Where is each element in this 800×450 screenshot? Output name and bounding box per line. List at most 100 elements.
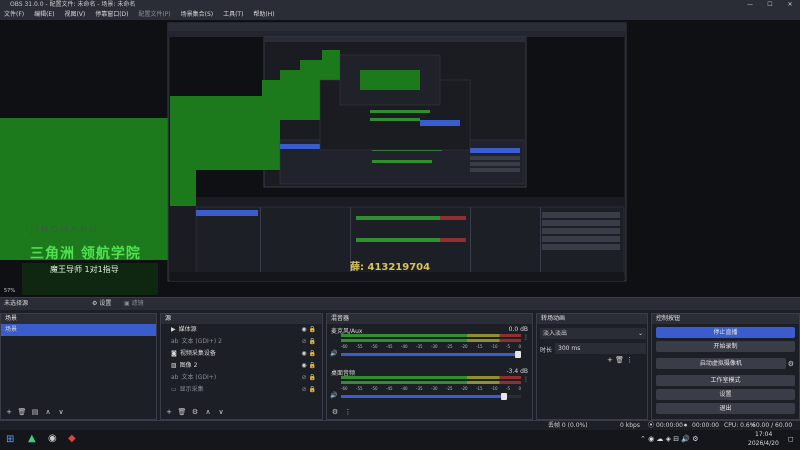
- overlay-watermark: JINGHANG: [30, 225, 100, 235]
- channel-meter-bar: [341, 339, 521, 342]
- add-source-button[interactable]: +: [164, 407, 174, 417]
- channel-meter-bar: [341, 334, 521, 337]
- menu-edit[interactable]: 编辑(E): [34, 11, 54, 18]
- sources-toolbar: + 🗑 ⚙ ∧ ∨: [161, 405, 322, 419]
- remove-source-button[interactable]: 🗑: [177, 407, 187, 417]
- remove-transition-button[interactable]: 🗑: [615, 356, 624, 364]
- remove-scene-button[interactable]: 🗑: [17, 407, 27, 417]
- move-source-up-button[interactable]: ∧: [203, 407, 213, 417]
- scene-item[interactable]: 场景: [1, 324, 156, 336]
- source-item-label: 媒体源: [178, 326, 197, 333]
- mixer-dock-title: 混音器: [327, 314, 532, 324]
- source-item-label: 显示采集: [179, 386, 204, 393]
- duration-label: 时长: [540, 347, 553, 354]
- source-item[interactable]: ab 文本 (GDI+) 2 ⊘ 🔒: [161, 336, 322, 348]
- source-item-label: 文本 (GDI+) 2: [181, 338, 222, 345]
- obs-icon[interactable]: ◉: [48, 433, 57, 444]
- meter-tick-label: -45: [386, 344, 393, 349]
- filter-icon: ▣: [124, 300, 130, 307]
- source-item[interactable]: ▶ 媒体源 ◉ 🔒: [161, 324, 322, 336]
- source-properties-button[interactable]: ⚙: [190, 407, 200, 417]
- eye-hidden-icon[interactable]: ⊘ 🔒: [302, 384, 316, 396]
- source-item-label: 视频采集设备: [179, 350, 216, 357]
- menu-scene-collection[interactable]: 场景集合(S): [181, 11, 214, 18]
- transitions-dock-title: 转场动画: [537, 314, 647, 324]
- move-source-down-button[interactable]: ∨: [216, 407, 226, 417]
- speaker-icon[interactable]: 🔊: [330, 392, 337, 399]
- transition-menu-icon[interactable]: ⋮: [626, 356, 633, 364]
- eye-icon[interactable]: ◉ 🔒: [301, 360, 316, 372]
- duration-input[interactable]: 300 ms: [555, 343, 646, 354]
- meter-tick-label: -5: [506, 386, 510, 391]
- scenes-toolbar: + 🗑 ▤ ∧ ∨: [1, 405, 156, 419]
- channel-db: 0.0 dB: [508, 326, 528, 333]
- eye-icon[interactable]: ◉ 🔒: [301, 324, 316, 336]
- source-item[interactable]: ▨ 图像 2 ◉ 🔒: [161, 360, 322, 372]
- menu-file[interactable]: 文件(F): [4, 11, 24, 18]
- add-scene-button[interactable]: +: [4, 407, 14, 417]
- speaker-icon[interactable]: 🔊: [330, 350, 337, 357]
- start-recording-button[interactable]: 开始录制: [656, 341, 795, 352]
- source-item[interactable]: ▭ 显示采集 ⊘ 🔒: [161, 384, 322, 396]
- close-button[interactable]: ✕: [780, 0, 800, 10]
- meter-tick-label: -25: [446, 386, 453, 391]
- filters-button[interactable]: ▣ 滤镜: [124, 298, 144, 310]
- volume-slider[interactable]: [341, 351, 521, 358]
- source-item[interactable]: ab 文本 (GDI+) ⊘ 🔒: [161, 372, 322, 384]
- channel-menu-icon[interactable]: ⋮: [523, 334, 529, 341]
- menu-help[interactable]: 帮助(H): [253, 11, 274, 18]
- notification-icon[interactable]: ◻: [788, 435, 794, 443]
- source-item[interactable]: ◙ 视频采集设备 ◉ 🔒: [161, 348, 322, 360]
- overlay-title: 三角洲 领航学院: [30, 246, 141, 262]
- channel-ticks: -60 -55 -50 -45 -40 -35 -30 -25 -20 -15 -10 -5 0: [341, 386, 521, 392]
- start-virtual-camera-button[interactable]: 启动虚拟摄像机: [656, 358, 786, 369]
- virtual-camera-settings-icon[interactable]: ⚙: [788, 360, 794, 368]
- menu-tools[interactable]: 工具(T): [223, 11, 243, 18]
- meter-tick-label: -25: [446, 344, 453, 349]
- eye-icon[interactable]: ◉ 🔒: [301, 348, 316, 360]
- text-icon: ab: [171, 374, 179, 381]
- move-scene-down-button[interactable]: ∨: [56, 407, 66, 417]
- zoom-level: 57%: [4, 288, 16, 294]
- menu-view[interactable]: 视图(V): [64, 11, 85, 18]
- mixer-channels: 麦克风/Aux 0.0 dB -60 -55 -50 -45 -40 -35 -30 -25 -20…: [327, 324, 532, 408]
- move-scene-up-button[interactable]: ∧: [43, 407, 53, 417]
- mixer-menu-icon[interactable]: ⋮: [343, 407, 353, 417]
- meter-tick-label: -15: [476, 344, 483, 349]
- app-icon[interactable]: ▲: [28, 433, 36, 444]
- status-bar: 丢帧 0 (0.0%) 0 kbps ⦿ 00:00:00 ⏺ 00:00:00…: [0, 420, 800, 439]
- meter-tick-label: -10: [491, 344, 498, 349]
- overlay-subtitle: 魔王导师 1对1指导: [50, 265, 119, 274]
- add-transition-button[interactable]: +: [607, 356, 613, 364]
- filters-button-label: 滤镜: [131, 300, 144, 307]
- exit-button[interactable]: 退出: [656, 403, 795, 414]
- tray-icons[interactable]: ⌃ ◉ ☁ ◈ ⊟ 🔊 ⚙: [640, 435, 699, 443]
- audio-mixer-dock: 混音器 麦克风/Aux 0.0 dB -60 -55 -50 -45 -40 -35 -30 -2…: [326, 313, 533, 420]
- stop-streaming-button[interactable]: 停止直播: [656, 327, 795, 338]
- volume-slider[interactable]: [341, 393, 521, 400]
- menu-profile[interactable]: 配置文件(P): [138, 11, 170, 18]
- meter-tick-label: -55: [356, 344, 363, 349]
- meter-tick-label: -40: [401, 344, 408, 349]
- eye-hidden-icon[interactable]: ⊘ 🔒: [302, 372, 316, 384]
- menu-docks[interactable]: 停靠窗口(D): [95, 11, 128, 18]
- mixer-settings-icon[interactable]: ⚙: [330, 407, 340, 417]
- preview-canvas[interactable]: 三角洲 领航学院 魔王导师 1对1指导 JINGHANG 薛: 41321970…: [0, 20, 800, 297]
- eye-hidden-icon[interactable]: ⊘ 🔒: [302, 336, 316, 348]
- properties-button[interactable]: ⚙ 设置: [92, 298, 111, 310]
- channel-menu-icon[interactable]: ⋮: [523, 376, 529, 383]
- transition-select[interactable]: 淡入淡出 ⌄: [540, 328, 646, 339]
- studio-mode-button[interactable]: 工作室模式: [656, 375, 795, 386]
- minimize-button[interactable]: —: [740, 0, 760, 10]
- volume-slider-handle[interactable]: [515, 351, 521, 358]
- recorder-icon[interactable]: ◆: [68, 433, 76, 444]
- windows-start-icon[interactable]: ⊞: [6, 434, 14, 445]
- settings-button[interactable]: 设置: [656, 389, 795, 400]
- scenes-dock: 场景 场景 + 🗑 ▤ ∧ ∨: [0, 313, 157, 420]
- volume-slider-handle[interactable]: [500, 393, 507, 400]
- maximize-button[interactable]: ☐: [760, 0, 780, 10]
- meter-tick-label: -55: [356, 386, 363, 391]
- meter-tick-label: -10: [491, 386, 498, 391]
- scene-filters-button[interactable]: ▤: [30, 407, 40, 417]
- meter-tick-label: -60: [341, 386, 348, 391]
